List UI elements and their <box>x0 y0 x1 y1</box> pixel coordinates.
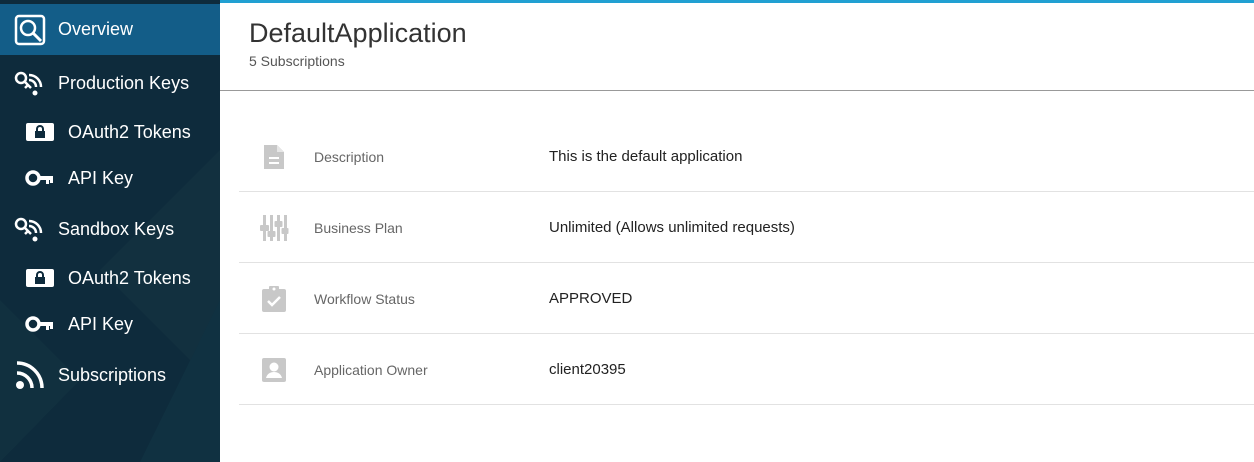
sidebar-item-production-oauth2-tokens[interactable]: OAuth2 Tokens <box>0 110 220 154</box>
sidebar-item-label: Sandbox Keys <box>58 218 175 239</box>
lock-icon <box>25 266 55 290</box>
sidebar-item-subscriptions[interactable]: Subscriptions <box>0 352 220 398</box>
sidebar-item-label: OAuth2 Tokens <box>68 267 191 288</box>
subscription-count: 5 Subscriptions <box>249 53 345 69</box>
detail-label: Application Owner <box>314 362 428 378</box>
detail-row-business-plan: Business Plan Unlimited (Allows unlimite… <box>239 192 1254 263</box>
application-details: Description This is the default applicat… <box>239 121 1254 405</box>
detail-label: Business Plan <box>314 220 403 236</box>
sidebar-item-sandbox-keys[interactable]: Sandbox Keys <box>0 206 220 252</box>
sidebar-item-label: Overview <box>58 19 134 39</box>
overview-icon <box>13 13 47 47</box>
detail-row-workflow-status: Workflow Status APPROVED <box>239 263 1254 334</box>
key-icon <box>25 166 55 190</box>
key-icon <box>25 312 55 336</box>
sidebar-item-overview[interactable]: Overview <box>0 4 220 55</box>
sidebar-item-label: API Key <box>68 313 134 334</box>
detail-value: APPROVED <box>549 290 633 307</box>
production-keys-icon <box>13 66 47 100</box>
sandbox-keys-icon <box>13 212 47 246</box>
sidebar-item-production-keys[interactable]: Production Keys <box>0 60 220 106</box>
sidebar-item-production-api-key[interactable]: API Key <box>0 156 220 200</box>
lock-icon <box>25 120 55 144</box>
rss-icon <box>13 358 47 392</box>
sidebar: Overview Production Keys OAuth2 Tokens A… <box>0 0 220 462</box>
detail-value: Unlimited (Allows unlimited requests) <box>549 219 795 236</box>
detail-row-description: Description This is the default applicat… <box>239 121 1254 192</box>
account-box-icon <box>259 355 289 385</box>
sidebar-item-label: OAuth2 Tokens <box>68 121 191 142</box>
detail-label: Workflow Status <box>314 291 415 307</box>
clipboard-check-icon <box>259 284 289 314</box>
sidebar-item-sandbox-oauth2-tokens[interactable]: OAuth2 Tokens <box>0 256 220 300</box>
app-root: Overview Production Keys OAuth2 Tokens A… <box>0 0 1254 462</box>
header-divider <box>220 90 1254 91</box>
page-header: DefaultApplication 5 Subscriptions <box>249 18 467 69</box>
sidebar-item-sandbox-api-key[interactable]: API Key <box>0 302 220 346</box>
sidebar-item-label: Subscriptions <box>58 364 167 385</box>
equalizer-icon <box>259 213 289 243</box>
top-accent-bar <box>220 0 1254 3</box>
detail-label: Description <box>314 149 385 165</box>
page-title: DefaultApplication <box>249 18 467 48</box>
sidebar-item-label: API Key <box>68 167 134 188</box>
sidebar-item-label: Production Keys <box>58 72 190 93</box>
detail-value: This is the default application <box>549 148 743 165</box>
detail-row-application-owner: Application Owner client20395 <box>239 334 1254 405</box>
document-icon <box>259 142 289 172</box>
detail-value: client20395 <box>549 361 626 378</box>
